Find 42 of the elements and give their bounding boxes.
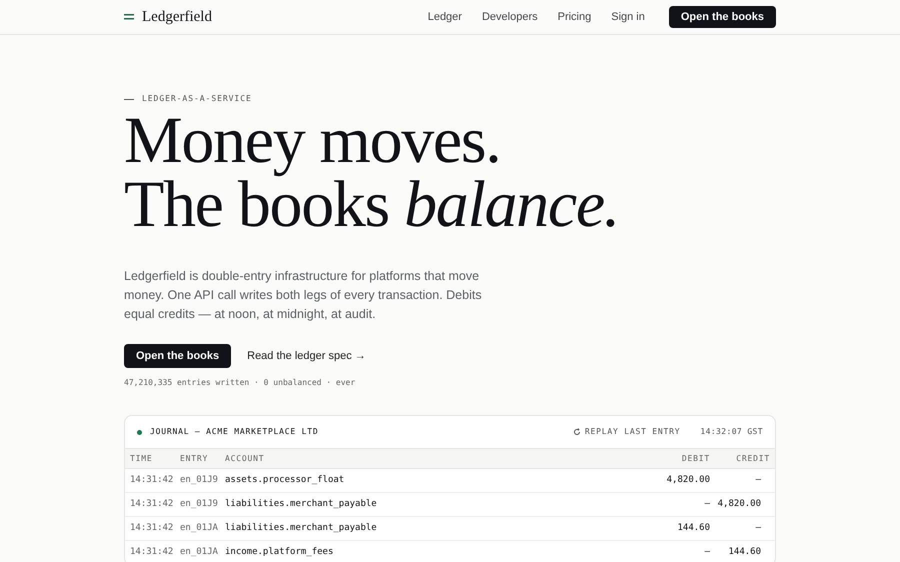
account-cell-text: liabilities.merchant_payable [225, 498, 378, 511]
entry-cell-text: en_01J9 [180, 474, 219, 487]
primary-button[interactable]: Open the books [124, 344, 232, 368]
stats-text: 47,210,335 entries written · 0 unbalanced · ever [124, 377, 356, 389]
time-cell-text: 14:31:42 [130, 498, 174, 511]
time-cell-text: 14:31:42 [130, 546, 174, 559]
time-cell-text: 14:31:42 [130, 522, 174, 535]
replay-icon [572, 428, 581, 436]
brand-name[interactable]: Ledgerfield [142, 6, 212, 28]
credit-cell-text: — [754, 522, 762, 535]
debit-cell-text: 144.60 [676, 522, 710, 535]
hero-description: Ledgerfield is double-entry infrastructure for platforms that move money. One API call writes both legs of every transaction. Debits equal credits — at noon, at midnight, at audit. [124, 268, 483, 323]
column-header: TIME [130, 452, 154, 464]
entry-cell-text: en_01JA [180, 546, 219, 559]
journal-title: JOURNAL — ACME MARKETPLACE LTD [150, 426, 318, 438]
column-header: DEBIT [680, 452, 710, 464]
account-cell-text: income.platform_fees [225, 546, 334, 559]
debit-cell-text: — [704, 546, 710, 559]
nav-link[interactable]: Developers [482, 8, 538, 26]
nav-link[interactable]: Pricing [558, 8, 592, 26]
cta-button[interactable]: Open the books [668, 6, 776, 28]
account-cell-text: liabilities.merchant_payable [225, 522, 378, 535]
account-cell-text: assets.processor_float [225, 474, 346, 487]
replay-button[interactable]: REPLAY LAST ENTRY [572, 426, 680, 438]
spec-link[interactable]: Read the ledger spec → [247, 348, 366, 364]
column-header: ENTRY [180, 452, 210, 464]
nav-link[interactable]: Ledger [428, 8, 462, 26]
column-header: ACCOUNT [225, 452, 266, 464]
debit-cell-text: 4,820.00 [666, 474, 710, 487]
column-header: CREDIT [735, 452, 770, 464]
credit-cell-text: — [754, 474, 762, 487]
nav-link[interactable]: Sign in [611, 8, 645, 26]
entry-cell-text: en_01JA [180, 522, 219, 535]
debit-cell-text: — [704, 498, 710, 511]
entry-cell-text: en_01J9 [180, 498, 219, 511]
menu-icon[interactable] [124, 14, 134, 20]
status-dot-icon [137, 430, 142, 434]
credit-cell-text: 144.60 [727, 546, 762, 559]
clock-time: 14:32:07 GST [700, 426, 763, 438]
time-cell-text: 14:31:42 [130, 474, 174, 487]
credit-cell-text: 4,820.00 [716, 498, 762, 511]
eyebrow-label: LEDGER-AS-A-SERVICE [142, 93, 252, 105]
